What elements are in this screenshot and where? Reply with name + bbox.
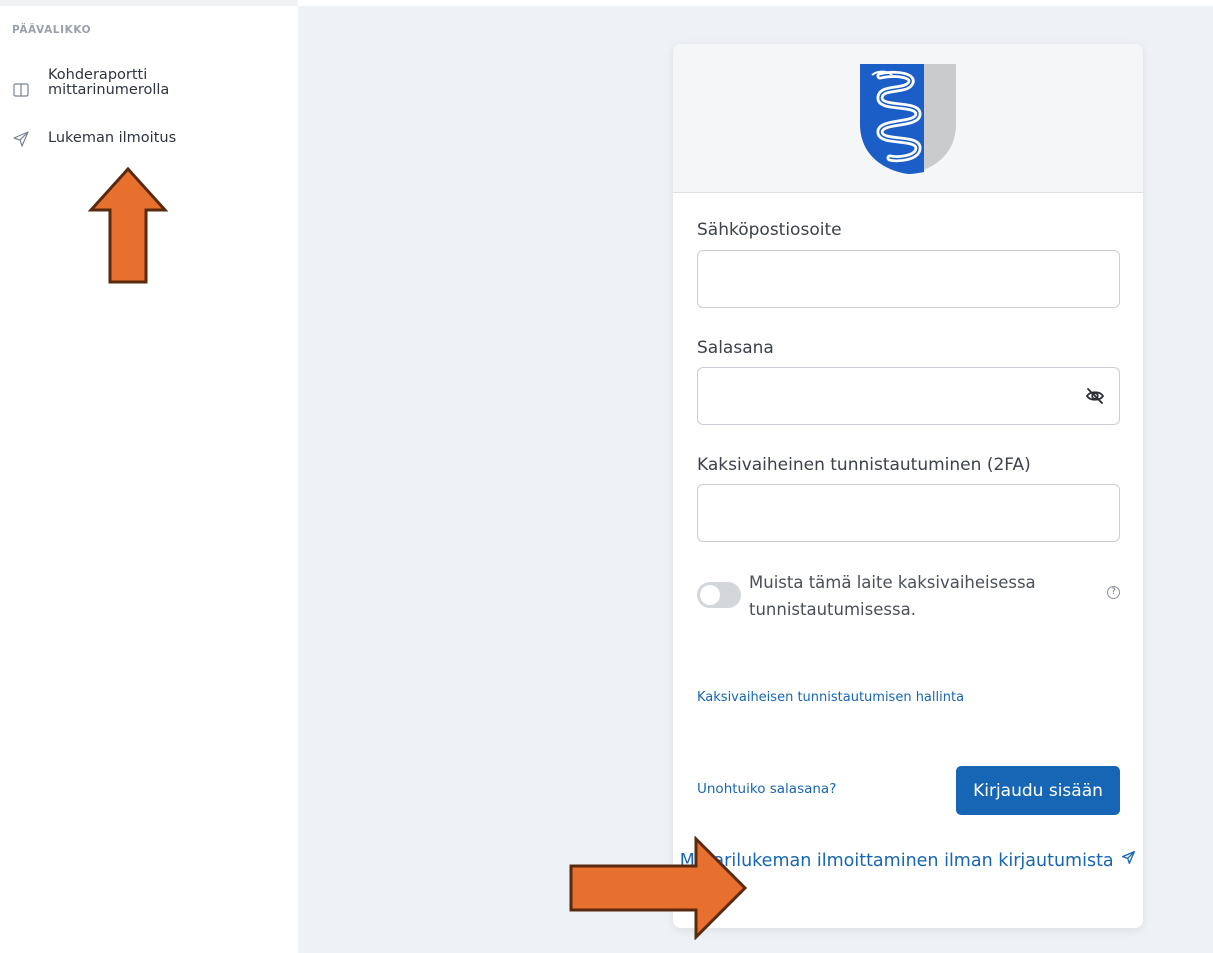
password-label: Salasana [697, 338, 774, 358]
sidebar: PÄÄVALIKKO Kohderaportti mittarinumeroll… [0, 0, 298, 953]
twofa-label: Kaksivaiheinen tunnistautuminen (2FA) [697, 455, 1031, 475]
send-icon [1121, 845, 1136, 864]
help-icon[interactable]: ? [1107, 586, 1120, 599]
email-label: Sähköpostiosoite [697, 220, 842, 240]
toggle-knob [700, 585, 720, 605]
send-icon [12, 130, 30, 148]
login-button[interactable]: Kirjaudu sisään [956, 766, 1120, 815]
sidebar-item-lukeman-ilmoitus[interactable]: Lukeman ilmoitus [0, 130, 298, 150]
email-input[interactable] [698, 251, 1119, 307]
twofa-input[interactable] [698, 485, 1119, 541]
annotation-arrow-right [569, 836, 748, 940]
login-card: Sähköpostiosoite Salasana Kaksivaiheinen… [673, 44, 1143, 928]
coat-of-arms-logo [860, 64, 956, 174]
twofa-field-box [697, 484, 1120, 542]
password-field-box [697, 367, 1120, 425]
annotation-arrow-up [88, 166, 168, 284]
email-field-box [697, 250, 1120, 308]
sidebar-item-label: Lukeman ilmoitus [48, 130, 177, 146]
sidebar-heading: PÄÄVALIKKO [12, 24, 92, 36]
manage-2fa-link[interactable]: Kaksivaiheisen tunnistautumisen hallinta [697, 690, 964, 705]
sidebar-item-kohderaportti[interactable]: Kohderaportti mittarinumerolla [0, 68, 298, 108]
forgot-password-link[interactable]: Unohtuiko salasana? [697, 781, 836, 797]
remember-device-toggle[interactable] [697, 582, 741, 608]
card-header [673, 44, 1143, 193]
remember-device-label: Muista tämä laite kaksivaiheisessa tunni… [749, 573, 1036, 619]
sidebar-item-label: Kohderaportti mittarinumerolla [48, 67, 170, 98]
password-input[interactable] [698, 368, 1119, 424]
book-open-icon [12, 81, 30, 99]
eye-off-icon[interactable] [1084, 385, 1106, 407]
sidebar-top-strip [0, 0, 298, 6]
